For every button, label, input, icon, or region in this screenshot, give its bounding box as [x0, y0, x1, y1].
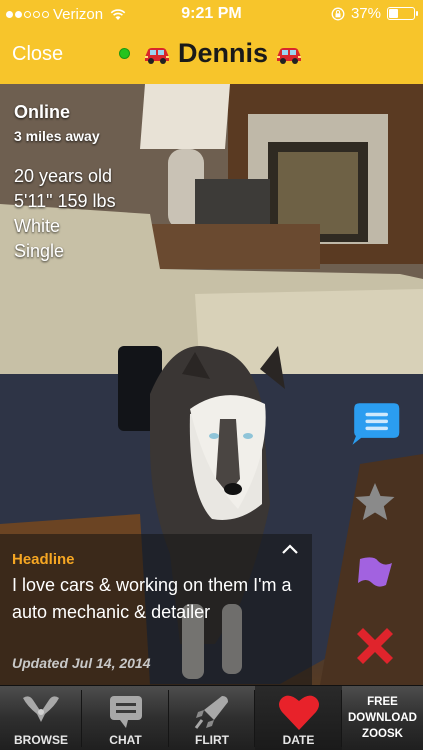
- headline-label: Headline: [12, 551, 75, 568]
- rocket-icon: [194, 696, 228, 729]
- fact-ethnicity: White: [14, 216, 61, 236]
- headline-panel: Headline I love cars & working on them I…: [0, 534, 312, 685]
- promo-line-1: FREE: [367, 696, 398, 708]
- fact-relationship: Single: [14, 241, 65, 261]
- profile-title: Dennis: [0, 38, 423, 69]
- chevron-up-icon[interactable]: [280, 542, 300, 556]
- battery-icon: [387, 7, 418, 20]
- chat-bubble-icon: [352, 403, 400, 445]
- distance: 3 miles away: [14, 128, 100, 144]
- send-message-button[interactable]: [349, 399, 401, 449]
- car-emoji-icon: [277, 47, 302, 64]
- tab-browse-label: BROWSE: [14, 733, 68, 747]
- headline-text: I love cars & working on them I'm a auto…: [12, 575, 292, 622]
- online-status: Online: [14, 102, 71, 122]
- car-emoji-icon: [144, 47, 169, 64]
- tab-date[interactable]: DATE: [255, 686, 342, 750]
- tab-bar: BROWSE CHAT FLIRT DATE FREE DOWNLOAD ZOO…: [0, 685, 423, 750]
- heart-icon: [278, 695, 319, 730]
- tab-chat[interactable]: CHAT: [82, 686, 169, 750]
- battery-percent: 37%: [350, 5, 381, 22]
- download-zoosk-promo[interactable]: FREE DOWNLOAD ZOOSK: [342, 686, 423, 750]
- tab-date-label: DATE: [282, 733, 315, 747]
- fact-height-weight: 5'11" 159 lbs: [14, 191, 116, 211]
- online-indicator-icon: [118, 48, 130, 59]
- profile-name: Dennis: [177, 38, 269, 68]
- flag-button[interactable]: [349, 549, 401, 599]
- profile-info: Online 3 miles away 20 years old 5'11" 1…: [14, 102, 116, 264]
- top-header: Verizon 9:21 PM 37% Close Dennis: [0, 0, 423, 84]
- battery-info: 37%: [331, 5, 418, 22]
- x-icon: [357, 628, 393, 664]
- tab-flirt-label: FLIRT: [195, 733, 229, 747]
- chat-icon: [109, 696, 142, 728]
- profile-facts: 20 years old 5'11" 159 lbs White Single: [14, 164, 116, 264]
- tab-flirt[interactable]: FLIRT: [169, 686, 255, 750]
- browse-icon: [23, 696, 59, 722]
- promo-line-2: DOWNLOAD: [348, 712, 417, 724]
- headline-updated: Updated Jul 14, 2014: [12, 655, 151, 671]
- tab-chat-label: CHAT: [109, 733, 142, 747]
- fact-age: 20 years old: [14, 166, 113, 186]
- status-bar: Verizon 9:21 PM 37%: [0, 0, 423, 28]
- promo-line-3: ZOOSK: [362, 728, 403, 740]
- tab-browse[interactable]: BROWSE: [0, 686, 82, 750]
- rotation-lock-icon: [331, 7, 345, 20]
- profile-photo[interactable]: Online 3 miles away 20 years old 5'11" 1…: [0, 84, 423, 685]
- flag-icon: [358, 557, 392, 587]
- skip-button[interactable]: [349, 621, 401, 671]
- nav-bar: Close Dennis: [0, 28, 423, 84]
- favorite-button[interactable]: [349, 477, 401, 527]
- star-icon: [355, 483, 395, 520]
